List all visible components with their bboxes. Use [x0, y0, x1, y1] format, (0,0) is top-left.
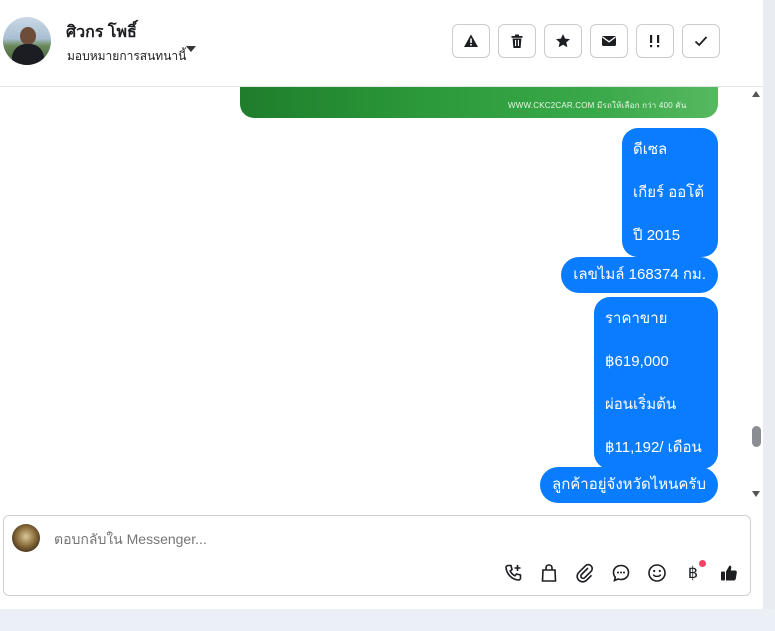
- message-line: ผ่อนเริ่มต้น: [605, 396, 677, 413]
- message-line: ฿619,000: [605, 353, 669, 370]
- reply-input[interactable]: [52, 530, 456, 548]
- message-bubble[interactable]: ดีเซล เกียร์ ออโต้ ปี 2015: [622, 128, 718, 257]
- chat-bubble-icon[interactable]: [610, 562, 632, 584]
- trash-icon: [511, 34, 523, 48]
- follow-up-button[interactable]: [636, 24, 674, 58]
- baht-symbol: ฿: [687, 565, 699, 582]
- baht-icon[interactable]: ฿: [682, 560, 706, 584]
- message-line: ฿11,192/ เดือน: [605, 439, 702, 456]
- scrollbar-thumb[interactable]: [752, 426, 761, 447]
- star-icon: [556, 34, 570, 48]
- emoji-icon[interactable]: [646, 562, 668, 584]
- composer-toolbar: ฿: [502, 560, 740, 584]
- page-avatar: [12, 524, 40, 552]
- paperclip-icon[interactable]: [574, 562, 596, 584]
- ad-url-text: WWW.CKC2CAR.COM มีรถให้เลือก กว่า 400 คั…: [508, 101, 687, 110]
- window-edge: [763, 0, 775, 609]
- star-button[interactable]: [544, 24, 582, 58]
- phone-add-icon[interactable]: [502, 562, 524, 584]
- message-bubble[interactable]: ราคาขาย ฿619,000 ผ่อนเริ่มต้น ฿11,192/ เ…: [594, 297, 718, 469]
- warning-icon: [464, 34, 478, 47]
- message-bubble[interactable]: ลูกค้าอยู่จังหวัดไหนครับ: [540, 467, 718, 503]
- shopping-bag-icon[interactable]: [538, 562, 560, 584]
- thumbs-up-icon[interactable]: [718, 562, 740, 584]
- window-bottom-edge: [0, 609, 775, 631]
- follow-up-icon: [650, 35, 660, 48]
- message-line: ดีเซล: [633, 141, 668, 158]
- scroll-down-arrow-icon[interactable]: [752, 491, 760, 497]
- conversation-panel: ศิวกร โพธิ์ มอบหมายการสนทนานี้ WWW.CKC2C…: [0, 0, 763, 609]
- message-composer: ฿: [3, 515, 751, 596]
- message-line: ลูกค้าอยู่จังหวัดไหนครับ: [552, 476, 706, 493]
- message-line: ราคาขาย: [605, 310, 668, 327]
- envelope-icon: [602, 36, 616, 46]
- ad-image-decoration: — — — — — — — — — — — — — — — — — — — — …: [400, 87, 604, 89]
- message-line: เกียร์ ออโต้: [633, 184, 705, 201]
- check-icon: [694, 36, 708, 47]
- message-bubble[interactable]: เลขไมล์ 168374 กม.: [561, 257, 718, 293]
- message-line: ปี 2015: [633, 227, 681, 244]
- notification-dot: [699, 560, 706, 567]
- conversation-header: ศิวกร โพธิ์ มอบหมายการสนทนานี้: [0, 0, 763, 87]
- message-line: เลขไมล์ 168374 กม.: [573, 266, 706, 283]
- assign-conversation-label[interactable]: มอบหมายการสนทนานี้: [67, 47, 186, 66]
- contact-avatar[interactable]: [3, 17, 51, 65]
- delete-button[interactable]: [498, 24, 536, 58]
- report-spam-button[interactable]: [452, 24, 490, 58]
- contact-name[interactable]: ศิวกร โพธิ์: [66, 20, 137, 45]
- mark-unread-button[interactable]: [590, 24, 628, 58]
- conversation-actions: [452, 24, 720, 58]
- chevron-down-icon[interactable]: [186, 46, 196, 52]
- ad-image-card[interactable]: — — — — — — — — — — — — — — — — — — — — …: [240, 87, 718, 118]
- mark-done-button[interactable]: [682, 24, 720, 58]
- scroll-up-arrow-icon[interactable]: [752, 91, 760, 97]
- message-list[interactable]: — — — — — — — — — — — — — — — — — — — — …: [0, 87, 763, 507]
